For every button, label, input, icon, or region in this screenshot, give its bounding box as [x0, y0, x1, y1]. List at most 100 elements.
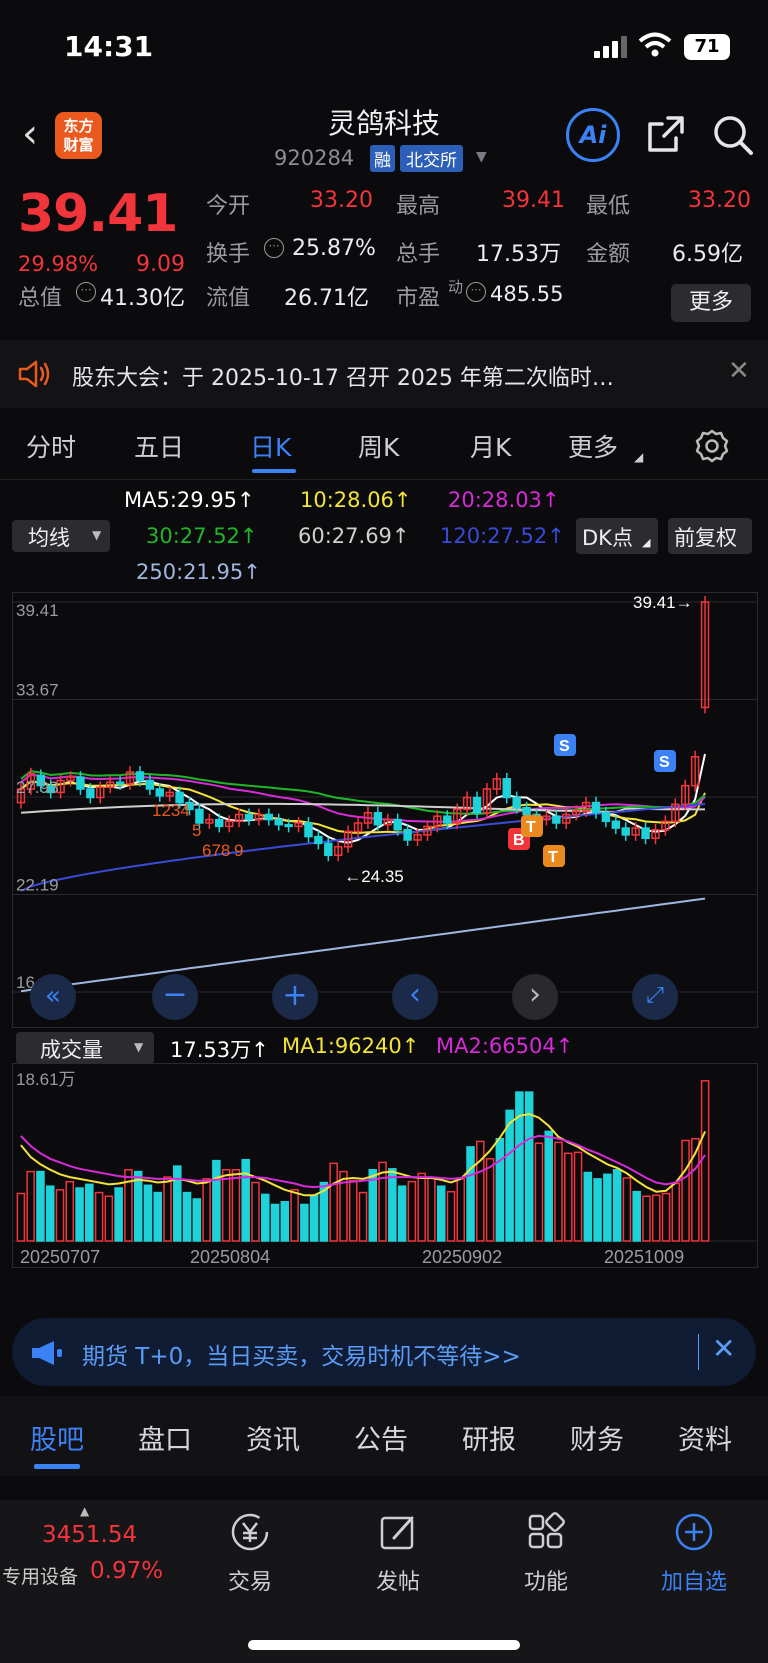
change-amount: 9.09	[136, 252, 185, 277]
signal-marker-label: S	[559, 738, 570, 755]
low-label: 最低	[586, 194, 631, 219]
nav-add-watchlist[interactable]: 加自选	[634, 1510, 754, 1596]
high-value: 39.41	[502, 188, 565, 213]
volume-bar	[632, 1190, 641, 1242]
volume-bar	[212, 1159, 221, 1242]
high-label: 最高	[396, 194, 441, 219]
zoom-in-icon[interactable]: +	[272, 974, 318, 1020]
nav-trade[interactable]: 交易	[190, 1510, 310, 1596]
rewind-icon[interactable]: «	[30, 974, 76, 1020]
status-time: 14:31	[64, 30, 154, 63]
info-icon[interactable]: ⋯	[466, 282, 486, 302]
tab-profile[interactable]: 资料	[678, 1418, 732, 1457]
volume-bar	[466, 1146, 475, 1242]
open-value: 33.20	[310, 188, 373, 213]
index-ticker[interactable]: ▲ 3451.54 专用设备 0.97%	[0, 1500, 180, 1600]
tab-weekly-k[interactable]: 周K	[358, 428, 399, 464]
volume-chart[interactable]: 18.61万 20250707 20250804 20250902 20251009	[12, 1063, 758, 1268]
nine-turn-signal: 1234	[152, 801, 190, 820]
indicator-dropdown[interactable]: 成交量 ▼	[16, 1032, 154, 1064]
float-cap-value: 26.71亿	[284, 286, 369, 311]
cellular-signal-icon	[594, 36, 627, 58]
candle	[601, 812, 611, 823]
candle	[76, 776, 85, 790]
ma-type-label: 均线	[28, 526, 70, 550]
share-icon[interactable]	[646, 114, 686, 154]
nav-post-label: 发帖	[375, 1570, 420, 1595]
promo-text[interactable]: 期货 T+0，当日买卖，交易时机不等待>>	[82, 1337, 521, 1371]
tab-monthly-k[interactable]: 月K	[470, 428, 511, 464]
vol-ma1-label: MA1:96240↑	[282, 1034, 420, 1058]
dk-point-button[interactable]: DK点 ◢	[576, 518, 658, 554]
tab-research[interactable]: 研报	[462, 1418, 516, 1457]
fullscreen-icon[interactable]: ⤢	[632, 974, 678, 1020]
tab-announcements[interactable]: 公告	[354, 1418, 408, 1457]
nav-post[interactable]: 发帖	[338, 1510, 458, 1596]
zoom-out-icon[interactable]: −	[152, 974, 198, 1020]
tab-financials[interactable]: 财务	[570, 1418, 624, 1457]
pan-right-icon[interactable]: ›	[512, 974, 558, 1020]
info-icon[interactable]: ⋯	[264, 238, 284, 258]
close-icon[interactable]: ✕	[712, 1332, 735, 1365]
volume-bar	[36, 1170, 45, 1242]
ma5-label: MA5:29.95↑	[124, 488, 255, 512]
tab-five-day[interactable]: 五日	[134, 428, 184, 464]
candle	[611, 820, 621, 829]
turnover-label: 换手	[206, 242, 251, 267]
status-bar: 14:31 71	[0, 0, 768, 92]
x-tick-label: 20250902	[422, 1247, 502, 1267]
ma120-label: 120:27.52↑	[440, 524, 565, 548]
content-tabs: 股吧 盘口 资讯 公告 研报 财务 资料	[0, 1396, 768, 1476]
notice-bar[interactable]: 股东大会：于 2025-10-17 召开 2025 年第二次临时… ✕	[0, 340, 768, 408]
adjust-button[interactable]: 前复权	[668, 518, 752, 554]
chevron-down-icon: ▼	[92, 528, 102, 542]
volume-bar	[143, 1184, 153, 1242]
volume-bar	[436, 1185, 446, 1242]
volume-max-label: 18.61万	[16, 1070, 76, 1089]
tab-daily-k[interactable]: 日K	[250, 428, 291, 464]
caret-down-icon[interactable]: ▼	[476, 149, 487, 165]
ma-type-dropdown[interactable]: 均线 ▼	[12, 520, 110, 552]
tab-guba[interactable]: 股吧	[30, 1418, 84, 1457]
candle	[373, 812, 383, 826]
search-icon[interactable]	[712, 114, 754, 156]
volume-value: 17.53万	[476, 242, 561, 267]
close-icon[interactable]: ✕	[728, 356, 750, 386]
ai-button[interactable]: Ai	[566, 108, 620, 162]
nav-functions[interactable]: 功能	[486, 1510, 606, 1596]
pe-superscript: 动	[448, 278, 464, 296]
last-price: 39.41	[18, 184, 178, 244]
volume-bar	[153, 1191, 163, 1242]
pan-left-icon[interactable]: ‹	[392, 974, 438, 1020]
volume-bar	[45, 1185, 55, 1242]
tab-intraday[interactable]: 分时	[26, 428, 76, 464]
settings-gear-icon[interactable]	[694, 428, 730, 464]
candle	[264, 813, 274, 821]
tab-order-book[interactable]: 盘口	[138, 1418, 192, 1457]
candle	[512, 796, 521, 809]
tab-more[interactable]: 更多	[568, 428, 618, 464]
candle	[403, 829, 412, 841]
x-tick-label: 20250707	[20, 1247, 100, 1267]
notice-text[interactable]: 股东大会：于 2025-10-17 召开 2025 年第二次临时…	[72, 360, 614, 392]
info-icon[interactable]: ⋯	[76, 282, 96, 302]
exchange-tag: 北交所	[400, 145, 463, 172]
edit-icon	[380, 1516, 414, 1550]
volume-bar	[85, 1183, 94, 1242]
volume-bar	[270, 1203, 280, 1242]
volume-bar	[593, 1178, 602, 1242]
volume-bar	[505, 1109, 514, 1242]
signal-marker-label: T	[526, 819, 536, 836]
pe-label: 市盈	[396, 286, 441, 311]
float-cap-label: 流值	[206, 286, 251, 311]
wifi-icon	[638, 32, 672, 57]
volume-bar	[612, 1168, 622, 1242]
more-button[interactable]: 更多	[671, 284, 751, 322]
promo-banner[interactable]: 期货 T+0，当日买卖，交易时机不等待>> ✕	[12, 1318, 756, 1386]
kline-chart[interactable]: 39.4133.6727.9322.1916.45 39.41→←24.3512…	[12, 592, 758, 1028]
tab-news[interactable]: 资讯	[246, 1418, 300, 1457]
latest-price-label: 39.41→	[633, 593, 693, 612]
candle	[215, 818, 224, 828]
y-tick-label: 27.93	[16, 778, 59, 797]
volume-bar	[544, 1130, 553, 1242]
